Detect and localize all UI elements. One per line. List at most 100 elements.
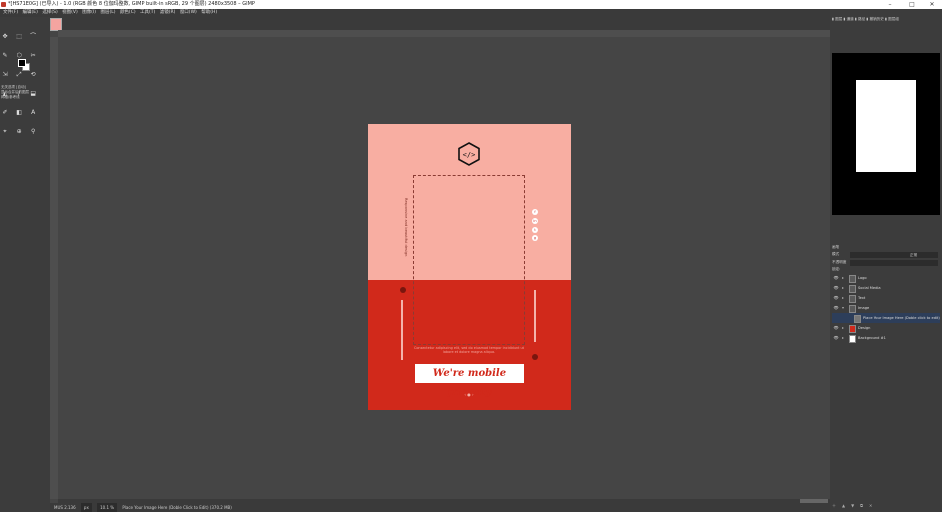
description-text: Consectetur adipiscing elit, sed do eius… bbox=[413, 346, 525, 354]
fg-bg-color-swatch[interactable] bbox=[18, 59, 30, 71]
google-icon: g bbox=[532, 235, 538, 241]
paint-tool-icon[interactable]: ✎ bbox=[1, 52, 9, 60]
raise-layer-icon[interactable]: ▲ bbox=[842, 503, 851, 508]
opacity-label: 不透明度 bbox=[832, 260, 847, 264]
visibility-eye-icon[interactable]: 👁 bbox=[833, 293, 839, 303]
menu-tools[interactable]: 工具(T) bbox=[140, 9, 155, 17]
image-placeholder-frame[interactable] bbox=[413, 175, 525, 345]
search-tool-icon[interactable]: ⚲ bbox=[29, 128, 37, 136]
scissors-tool-icon[interactable]: ✂ bbox=[29, 52, 37, 60]
headline-banner: We're mobile friendly bbox=[415, 364, 524, 398]
expand-chevron-icon[interactable]: ▸ bbox=[842, 283, 844, 293]
layer-row[interactable]: 👁 ▸ Logo bbox=[832, 273, 940, 283]
rect-select-tool-icon[interactable]: ⬚ bbox=[15, 33, 23, 41]
menu-filters[interactable]: 滤镜(R) bbox=[160, 9, 176, 17]
vertical-ruler bbox=[50, 37, 58, 499]
menu-image[interactable]: 图像(I) bbox=[82, 9, 96, 17]
eraser-tool-icon[interactable]: ◧ bbox=[15, 109, 23, 117]
right-accent-dot bbox=[532, 354, 538, 360]
image-tab-bar bbox=[50, 17, 830, 31]
lower-layer-icon[interactable]: ▼ bbox=[851, 503, 860, 508]
close-button[interactable]: ✕ bbox=[922, 0, 942, 9]
zoom-tool-icon[interactable]: ⊕ bbox=[15, 128, 23, 136]
visibility-eye-icon[interactable]: 👁 bbox=[833, 283, 839, 293]
layer-thumbnail bbox=[849, 295, 856, 303]
visibility-eye-icon[interactable]: 👁 bbox=[833, 273, 839, 283]
pointer-coords: MUS 2.136 bbox=[54, 505, 76, 510]
visibility-eye-icon[interactable]: 👁 bbox=[833, 333, 839, 343]
layer-name: Place Your Image Here (Doble click to ed… bbox=[863, 316, 940, 320]
navigation-page-thumbnail bbox=[856, 80, 916, 172]
menu-layer[interactable]: 图层(L) bbox=[100, 9, 115, 17]
crop-tool-icon[interactable]: ⇲ bbox=[1, 71, 9, 79]
tool-option-grid[interactable]: 网格/参考线 bbox=[1, 95, 29, 100]
layer-row[interactable]: 👁 ▾ Image bbox=[832, 303, 940, 313]
move-tool-icon[interactable]: ✥ bbox=[1, 33, 9, 41]
bucket-fill-tool-icon[interactable]: ⬓ bbox=[29, 90, 37, 98]
right-dock-panel: ▮ 图层 ▮ 通道 ▮ 路径 ▮ 撤销历史 ▮ 图层组 画笔 模式 正常 不透明… bbox=[830, 9, 942, 512]
menu-edit[interactable]: 编辑(E) bbox=[23, 9, 38, 17]
menu-view[interactable]: 视图(V) bbox=[62, 9, 78, 17]
brush-label: 画笔 bbox=[832, 245, 840, 249]
unit-select[interactable]: px bbox=[80, 503, 92, 512]
layer-thumbnail bbox=[849, 285, 856, 293]
lasso-tool-icon[interactable]: ⌒ bbox=[29, 33, 37, 41]
layer-row[interactable]: 👁 ▸ Design bbox=[832, 323, 940, 333]
expand-chevron-icon[interactable]: ▸ bbox=[842, 323, 844, 333]
opacity-slider[interactable] bbox=[850, 260, 938, 266]
menu-select[interactable]: 选择(S) bbox=[42, 9, 57, 17]
code-hex-logo-icon: </> bbox=[458, 142, 480, 166]
visibility-eye-icon[interactable]: 👁 bbox=[833, 303, 839, 313]
zoom-select[interactable]: 10.1 % bbox=[97, 503, 118, 512]
mode-select[interactable]: 正常 bbox=[850, 252, 938, 258]
duplicate-layer-icon[interactable]: ⧉ bbox=[860, 503, 869, 508]
layers-list: 👁 ▸ Logo 👁 ▸ Social Media 👁 ▸ Text 👁 ▾ I… bbox=[832, 273, 940, 343]
delete-layer-icon[interactable]: ✕ bbox=[869, 503, 878, 508]
expand-chevron-icon[interactable]: ▾ bbox=[842, 303, 844, 313]
navigation-preview[interactable] bbox=[832, 53, 940, 215]
vertical-tagline: Responsive and beautiful design bbox=[404, 198, 408, 257]
minimize-button[interactable]: – bbox=[880, 0, 900, 9]
new-layer-icon[interactable]: ＋ bbox=[832, 503, 842, 508]
layer-thumbnail bbox=[849, 275, 856, 283]
visibility-eye-icon[interactable]: 👁 bbox=[833, 323, 839, 333]
dock-tabs[interactable]: ▮ 图层 ▮ 通道 ▮ 路径 ▮ 撤销历史 ▮ 图层组 bbox=[832, 17, 899, 22]
menu-windows[interactable]: 窗口(W) bbox=[180, 9, 197, 17]
linkedin-icon: in bbox=[532, 218, 538, 224]
window-titlebar: *[HS71E0G] (已导入) - 1.0 (RGB 颜色 8 位伽玛整数, … bbox=[0, 0, 942, 9]
tool-options: 无关选项 [自动] 显示合并后的图层 网格/参考线 bbox=[1, 85, 29, 100]
expand-chevron-icon[interactable]: ▸ bbox=[842, 273, 844, 283]
mode-value: 正常 bbox=[910, 253, 918, 257]
left-accent-line bbox=[401, 300, 403, 360]
logo-glyph: </> bbox=[463, 151, 476, 159]
expand-chevron-icon[interactable]: ▸ bbox=[842, 333, 844, 343]
facebook-icon: f bbox=[532, 209, 538, 215]
menu-file[interactable]: 文件(F) bbox=[3, 9, 18, 17]
window-title: *[HS71E0G] (已导入) - 1.0 (RGB 颜色 8 位伽玛整数, … bbox=[8, 1, 255, 7]
pager-indicator: ‹ ● › bbox=[464, 392, 474, 397]
status-message: Place Your Image Here (Doble Click to Ed… bbox=[122, 505, 232, 510]
twitter-icon: t bbox=[532, 227, 538, 233]
scale-tool-icon[interactable]: ⤢ bbox=[15, 71, 23, 79]
text-tool-icon[interactable]: A bbox=[29, 109, 37, 117]
brush-tool-icon[interactable]: ✐ bbox=[1, 109, 9, 117]
menu-colors[interactable]: 颜色(C) bbox=[120, 9, 136, 17]
layer-row[interactable]: 👁 ▸ Background #1 bbox=[832, 333, 940, 343]
layer-actions-bar[interactable]: ＋▲▼⧉✕ bbox=[832, 503, 940, 510]
layer-row-active[interactable]: Place Your Image Here (Doble click to ed… bbox=[832, 313, 940, 323]
maximize-button[interactable]: □ bbox=[902, 0, 922, 9]
menu-help[interactable]: 帮助(H) bbox=[201, 9, 217, 17]
color-picker-tool-icon[interactable]: ⌖ bbox=[1, 128, 9, 136]
horizontal-ruler bbox=[58, 30, 830, 37]
layer-row[interactable]: 👁 ▸ Text bbox=[832, 293, 940, 303]
layer-thumbnail bbox=[854, 315, 861, 323]
expand-chevron-icon[interactable]: ▸ bbox=[842, 293, 844, 303]
layer-name: Background #1 bbox=[858, 336, 886, 340]
lock-label: 锁定: bbox=[832, 267, 841, 271]
layer-thumbnail bbox=[849, 325, 856, 333]
layer-row[interactable]: 👁 ▸ Social Media bbox=[832, 283, 940, 293]
layer-name: Logo bbox=[858, 276, 867, 280]
foreground-color[interactable] bbox=[18, 59, 26, 67]
rotate-tool-icon[interactable]: ⟲ bbox=[29, 71, 37, 79]
mode-label: 模式 bbox=[832, 252, 840, 256]
